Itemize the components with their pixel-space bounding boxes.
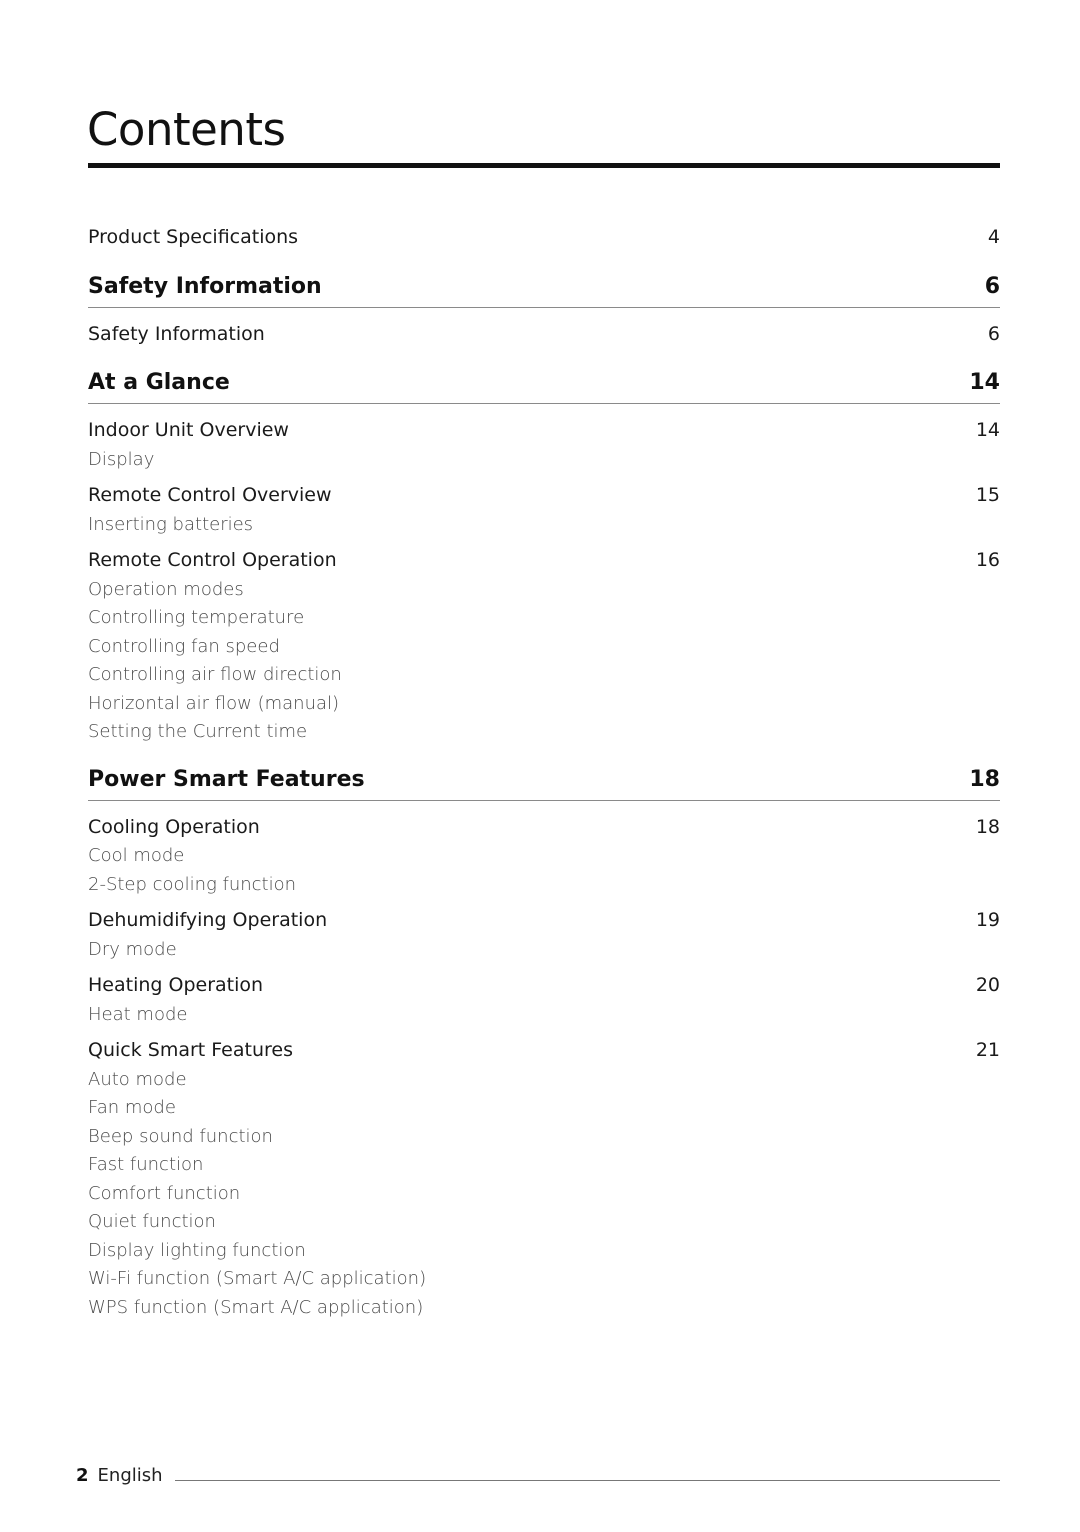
- toc-subitem[interactable]: Auto mode: [88, 1068, 187, 1092]
- section-divider: [88, 307, 1000, 308]
- section-divider: [88, 403, 1000, 404]
- toc-entry-page: 4: [987, 226, 1000, 248]
- toc-subitem[interactable]: Comfort function: [88, 1182, 240, 1206]
- toc-entry-indoor-unit-overview[interactable]: Indoor Unit Overview 14: [88, 418, 1000, 442]
- toc-subitem[interactable]: Setting the Current time: [88, 720, 307, 744]
- toc-subitem[interactable]: Beep sound function: [88, 1125, 273, 1149]
- toc-subitem[interactable]: Controlling air flow direction: [88, 663, 342, 687]
- toc-section-safety-information[interactable]: Safety Information 6: [88, 273, 1000, 301]
- toc-section-label: Power Smart Features: [88, 767, 365, 792]
- toc-entry-page: 18: [975, 816, 1000, 838]
- toc-subitem[interactable]: Fast function: [88, 1153, 203, 1177]
- toc-entry-product-specifications[interactable]: Product Specifications 4: [88, 225, 1000, 249]
- toc-subitem[interactable]: Quiet function: [88, 1210, 216, 1234]
- toc-subitem[interactable]: Controlling temperature: [88, 606, 304, 630]
- toc-entry-safety-information[interactable]: Safety Information 6: [88, 322, 1000, 346]
- toc-subitem[interactable]: Wi-Fi function (Smart A/C application): [88, 1267, 426, 1291]
- toc-subitem[interactable]: Operation modes: [88, 578, 244, 602]
- toc-section-power-smart-features[interactable]: Power Smart Features 18: [88, 766, 1000, 794]
- toc-subitem[interactable]: Heat mode: [88, 1003, 187, 1027]
- page-title: Contents: [87, 103, 286, 156]
- footer-rule: [175, 1480, 1000, 1481]
- toc-entry-label: Heating Operation: [88, 974, 264, 996]
- toc-entry-remote-control-operation[interactable]: Remote Control Operation 16: [88, 548, 1000, 572]
- toc-subitem[interactable]: Cool mode: [88, 844, 184, 868]
- toc-entry-label: Dehumidifying Operation: [88, 909, 328, 931]
- toc-subitem[interactable]: Dry mode: [88, 938, 177, 962]
- toc-section-label: At a Glance: [88, 370, 230, 395]
- toc-subitem[interactable]: Display lighting function: [88, 1239, 306, 1263]
- toc-entry-page: 20: [975, 974, 1000, 996]
- title-rule: [88, 163, 1000, 168]
- toc-entry-label: Remote Control Overview: [88, 484, 332, 506]
- toc-subitem[interactable]: 2-Step cooling function: [88, 873, 296, 897]
- page-footer: 2 English: [76, 1464, 163, 1488]
- toc-section-label: Safety Information: [88, 274, 322, 299]
- toc-entry-page: 21: [975, 1039, 1000, 1061]
- toc-entry-dehumidifying-operation[interactable]: Dehumidifying Operation 19: [88, 908, 1000, 932]
- toc-subitem[interactable]: WPS function (Smart A/C application): [88, 1296, 423, 1320]
- toc-subitem[interactable]: Fan mode: [88, 1096, 176, 1120]
- toc-subitem[interactable]: Controlling fan speed: [88, 635, 280, 659]
- toc-entry-cooling-operation[interactable]: Cooling Operation 18: [88, 815, 1000, 839]
- footer-page-number: 2: [76, 1465, 89, 1486]
- toc-entry-page: 16: [975, 549, 1000, 571]
- toc-entry-page: 14: [975, 419, 1000, 441]
- toc-entry-label: Quick Smart Features: [88, 1039, 293, 1061]
- toc-entry-label: Indoor Unit Overview: [88, 419, 289, 441]
- toc-entry-label: Safety Information: [88, 323, 265, 345]
- section-divider: [88, 800, 1000, 801]
- toc-entry-label: Product Specifications: [88, 226, 299, 248]
- toc-entry-label: Cooling Operation: [88, 816, 260, 838]
- toc-subitem[interactable]: Display: [88, 448, 154, 472]
- toc-entry-page: 15: [975, 484, 1000, 506]
- toc-subitem[interactable]: Horizontal air flow (manual): [88, 692, 339, 716]
- toc-subitem[interactable]: Inserting batteries: [88, 513, 253, 537]
- footer-language: English: [97, 1465, 163, 1486]
- toc-section-page: 18: [969, 767, 1000, 792]
- toc-entry-label: Remote Control Operation: [88, 549, 337, 571]
- toc-section-at-a-glance[interactable]: At a Glance 14: [88, 369, 1000, 397]
- toc-section-page: 6: [984, 274, 1000, 299]
- toc-entry-remote-control-overview[interactable]: Remote Control Overview 15: [88, 483, 1000, 507]
- toc-entry-heating-operation[interactable]: Heating Operation 20: [88, 973, 1000, 997]
- toc-entry-quick-smart-features[interactable]: Quick Smart Features 21: [88, 1038, 1000, 1062]
- toc-entry-page: 19: [975, 909, 1000, 931]
- toc-section-page: 14: [969, 370, 1000, 395]
- toc-entry-page: 6: [987, 323, 1000, 345]
